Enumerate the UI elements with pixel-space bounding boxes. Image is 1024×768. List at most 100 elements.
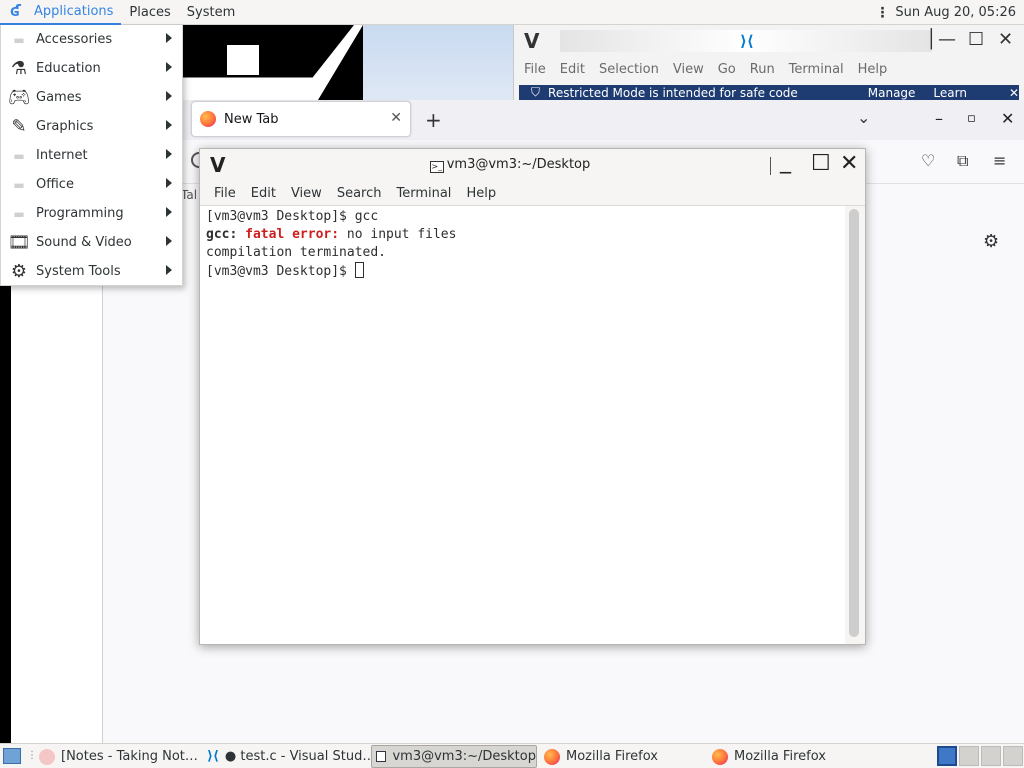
banner-close-icon[interactable]: ✕ bbox=[1009, 86, 1019, 100]
terminal-maximize-icon[interactable]: ☐ bbox=[811, 151, 831, 176]
submenu-arrow-icon bbox=[166, 62, 172, 72]
menu-item-office[interactable]: ▬ Office bbox=[1, 170, 182, 199]
applications-menu-button[interactable]: ʛ Applications bbox=[0, 0, 122, 25]
firefox-maximize-icon[interactable]: ▫ bbox=[967, 111, 976, 126]
panel-kebab-icon[interactable]: ⋮ bbox=[875, 5, 889, 21]
task-notes[interactable]: [Notes - Taking Not… bbox=[35, 745, 203, 768]
menu-item-label: Sound & Video bbox=[36, 235, 132, 250]
terminal-close-icon[interactable]: ✕ bbox=[840, 151, 858, 176]
workspace-1[interactable] bbox=[937, 746, 957, 766]
vscode-minimize-icon[interactable]: — bbox=[938, 29, 956, 50]
submenu-arrow-icon bbox=[166, 149, 172, 159]
terminal-prompt: [vm3@vm3 Desktop]$ bbox=[206, 264, 347, 279]
task-terminal[interactable]: vm3@vm3:~/Desktop bbox=[371, 745, 537, 768]
terminal-line: [vm3@vm3 Desktop]$ gcc bbox=[206, 209, 379, 224]
terminal-scrollbar[interactable] bbox=[849, 209, 859, 637]
vscode-menu-edit[interactable]: Edit bbox=[560, 62, 591, 77]
vscode-menu-go[interactable]: Go bbox=[718, 62, 742, 77]
terminal-menu-terminal[interactable]: Terminal bbox=[396, 186, 451, 201]
terminal-menu-view[interactable]: View bbox=[291, 186, 322, 201]
internet-icon: ▬ bbox=[13, 148, 25, 163]
vscode-menu-view[interactable]: View bbox=[673, 62, 710, 77]
top-panel: ʛ Applications Places System ⋮ Sun Aug 2… bbox=[0, 0, 1024, 25]
tab-close-icon[interactable]: ✕ bbox=[390, 110, 402, 126]
extensions-puzzle-icon[interactable]: ⧉ bbox=[957, 151, 968, 171]
vscode-command-center[interactable]: ⟩⟨ bbox=[560, 30, 932, 52]
window-menu-v-icon[interactable]: V bbox=[524, 29, 550, 53]
clock-area: ⋮ Sun Aug 20, 05:26 bbox=[875, 0, 1016, 25]
firefox-icon bbox=[200, 111, 216, 127]
menu-item-internet[interactable]: ▬ Internet bbox=[1, 141, 182, 170]
vscode-icon: ⟩⟨ bbox=[207, 749, 219, 764]
menu-item-label: System Tools bbox=[36, 264, 121, 279]
vscode-menu-terminal[interactable]: Terminal bbox=[789, 62, 850, 77]
places-menu-button[interactable]: Places bbox=[121, 0, 178, 25]
banner-learn-more-link[interactable]: Learn More bbox=[933, 86, 995, 100]
firefox-tab-new-tab[interactable]: New Tab ✕ bbox=[191, 101, 411, 137]
task-label: [Notes - Taking Not… bbox=[61, 749, 198, 764]
firefox-minimize-icon[interactable]: – bbox=[935, 109, 943, 128]
menu-item-label: Internet bbox=[36, 148, 88, 163]
error-message: no input files bbox=[346, 227, 457, 242]
firefox-close-icon[interactable]: ✕ bbox=[1001, 109, 1014, 128]
menu-item-system-tools[interactable]: ⚙ System Tools bbox=[1, 257, 182, 286]
firefox-icon bbox=[712, 748, 728, 765]
vscode-close-icon[interactable]: ✕ bbox=[998, 29, 1013, 50]
terminal-menu-search[interactable]: Search bbox=[337, 186, 382, 201]
error-label: fatal error: bbox=[245, 227, 340, 242]
workspace-3[interactable] bbox=[981, 746, 1001, 766]
task-firefox-2[interactable]: Mozilla Firefox bbox=[708, 745, 876, 768]
system-tools-gear-icon: ⚙ bbox=[10, 261, 28, 282]
bottom-taskbar: ⋮ [Notes - Taking Not… ⟩⟨ ● test.c - Vis… bbox=[0, 743, 1024, 768]
menu-item-sound-video[interactable]: 🎞︎ Sound & Video bbox=[1, 228, 182, 257]
list-all-tabs-chevron-icon[interactable]: ⌄ bbox=[857, 108, 870, 127]
vscode-logo-icon: ⟩⟨ bbox=[740, 32, 754, 50]
banner-manage-link[interactable]: Manage bbox=[868, 86, 916, 100]
vscode-separator-icon: │ bbox=[926, 29, 937, 50]
terminal-menu-help[interactable]: Help bbox=[466, 186, 496, 201]
education-flask-icon: ⚗ bbox=[10, 58, 28, 79]
sound-video-film-icon: 🎞︎ bbox=[7, 232, 31, 253]
vscode-menu-selection[interactable]: Selection bbox=[599, 62, 665, 77]
notes-app-icon bbox=[39, 748, 55, 765]
task-vscode[interactable]: ⟩⟨ ● test.c - Visual Stud… bbox=[203, 745, 371, 768]
app-menu-hamburger-icon[interactable]: ≡ bbox=[993, 151, 1006, 170]
pocket-icon[interactable]: ♡ bbox=[921, 151, 935, 170]
task-firefox-1[interactable]: Mozilla Firefox bbox=[540, 745, 708, 768]
menu-item-education[interactable]: ⚗ Education bbox=[1, 54, 182, 83]
terminal-minimize-icon[interactable]: _ bbox=[780, 149, 791, 174]
task-label: vm3@vm3:~/Desktop bbox=[392, 749, 536, 764]
menu-item-label: Accessories bbox=[36, 32, 113, 47]
page-settings-gear-icon[interactable]: ⚙ bbox=[983, 231, 999, 252]
vscode-titlebar: V ⟩⟨ │ — ☐ ✕ bbox=[514, 25, 1024, 57]
vscode-menu-file[interactable]: File bbox=[524, 62, 552, 77]
terminal-menu-file[interactable]: File bbox=[214, 186, 236, 201]
partial-label: Tal bbox=[181, 188, 198, 202]
workspace-2[interactable] bbox=[959, 746, 979, 766]
panel-clock[interactable]: Sun Aug 20, 05:26 bbox=[895, 5, 1016, 20]
shield-icon: ⛉ bbox=[531, 85, 541, 99]
vscode-menu-run[interactable]: Run bbox=[750, 62, 781, 77]
terminal-line: gcc: fatal error: no input files bbox=[206, 226, 839, 244]
firefox-icon bbox=[544, 748, 560, 765]
system-menu-button[interactable]: System bbox=[179, 0, 243, 25]
menu-item-programming[interactable]: ▬ Programming bbox=[1, 199, 182, 228]
show-desktop-icon[interactable] bbox=[3, 748, 21, 764]
submenu-arrow-icon bbox=[166, 178, 172, 188]
menu-item-accessories[interactable]: ▬ Accessories bbox=[1, 25, 182, 54]
menu-item-label: Graphics bbox=[36, 119, 94, 134]
new-tab-plus-icon[interactable]: + bbox=[425, 108, 442, 132]
vscode-maximize-icon[interactable]: ☐ bbox=[968, 29, 984, 50]
terminal-icon: >_ bbox=[429, 161, 444, 173]
vscode-menu-help[interactable]: Help bbox=[858, 62, 894, 77]
terminal-menu-edit[interactable]: Edit bbox=[251, 186, 276, 201]
terminal-output[interactable]: [vm3@vm3 Desktop]$ gcc gcc: fatal error:… bbox=[200, 206, 845, 644]
terminal-title-text: vm3@vm3:~/Desktop bbox=[446, 157, 591, 172]
gnome-foot-icon: ʛ bbox=[10, 1, 21, 20]
applications-label: Applications bbox=[34, 3, 114, 19]
menu-item-games[interactable]: 🎮︎ Games bbox=[1, 83, 182, 112]
restricted-mode-banner: ⛉ Restricted Mode is intended for safe c… bbox=[519, 85, 1019, 100]
background-window bbox=[183, 25, 513, 100]
menu-item-graphics[interactable]: ✎ Graphics bbox=[1, 112, 182, 141]
workspace-4[interactable] bbox=[1003, 746, 1023, 766]
